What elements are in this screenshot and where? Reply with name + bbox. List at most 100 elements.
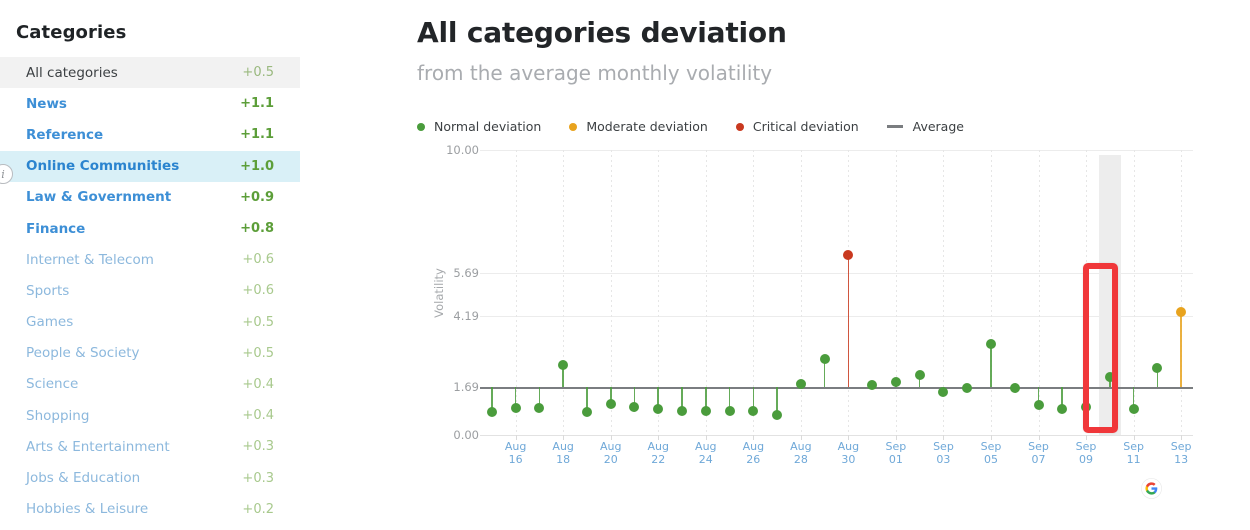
- data-point-stem: [847, 255, 850, 387]
- data-point-aug-26[interactable]: [748, 405, 759, 416]
- x-axis-tick-label: Sep 13: [1170, 440, 1192, 466]
- data-point-aug-29[interactable]: [819, 354, 830, 365]
- x-axis-tick-label: Aug 28: [790, 440, 812, 466]
- page-subtitle: from the average monthly volatility: [417, 61, 773, 85]
- categories-sidebar: Categories All categories +0.5 News +1.1 Ref…: [0, 0, 300, 530]
- data-point-aug-20[interactable]: [605, 398, 616, 409]
- category-label: Sports: [26, 282, 70, 299]
- x-gridline: [990, 150, 992, 435]
- data-point-sep-04[interactable]: [962, 382, 973, 393]
- category-deviation-value: +0.9: [240, 189, 274, 205]
- sidebar-item-news[interactable]: News +1.1: [0, 88, 300, 119]
- legend-item-critical-deviation[interactable]: Critical deviation: [735, 119, 859, 134]
- x-axis-tick-label: Sep 11: [1123, 440, 1144, 466]
- data-point-aug-17[interactable]: [534, 402, 545, 413]
- data-point-aug-30[interactable]: [843, 250, 854, 261]
- data-point-sep-12[interactable]: [1152, 363, 1163, 374]
- data-point-aug-21[interactable]: [629, 401, 640, 412]
- data-point-sep-13[interactable]: [1176, 307, 1187, 318]
- sidebar-item-science[interactable]: Science +0.4: [0, 369, 300, 400]
- category-deviation-value: +0.2: [242, 501, 274, 517]
- sidebar-item-finance[interactable]: Finance +0.8: [0, 213, 300, 244]
- sidebar-item-internet-telecom[interactable]: Internet & Telecom +0.6: [0, 244, 300, 275]
- category-deviation-value: +0.4: [242, 376, 274, 392]
- data-point-aug-27[interactable]: [772, 410, 783, 421]
- legend-line-icon: [886, 125, 903, 128]
- legend-label: Average: [912, 119, 964, 134]
- category-deviation-value: +0.8: [240, 221, 274, 237]
- category-deviation-value: +0.5: [242, 345, 274, 361]
- sidebar-item-all-categories[interactable]: All categories +0.5: [0, 57, 300, 89]
- data-point-aug-18[interactable]: [558, 360, 569, 371]
- x-axis-tick-label: Sep 07: [1028, 440, 1049, 466]
- data-point-stem: [990, 343, 992, 387]
- data-point-aug-23[interactable]: [677, 405, 688, 416]
- x-axis-tick-label: Aug 18: [552, 440, 574, 466]
- category-label: Arts & Entertainment: [26, 438, 170, 455]
- legend-dot-icon: [735, 122, 744, 131]
- x-gridline: [563, 150, 565, 435]
- category-label: Hobbies & Leisure: [26, 501, 149, 518]
- legend-label: Normal deviation: [434, 119, 542, 134]
- category-deviation-value: +0.6: [242, 283, 274, 299]
- data-point-aug-31[interactable]: [867, 380, 878, 391]
- page-title: All categories deviation: [417, 16, 787, 49]
- data-point-sep-07[interactable]: [1033, 400, 1044, 411]
- data-point-sep-08[interactable]: [1057, 404, 1068, 415]
- category-list: All categories +0.5 News +1.1 Reference +1.1 O…: [0, 57, 300, 525]
- x-axis-tick-label: Sep 09: [1075, 440, 1097, 466]
- y-axis-tick-label: 1.69: [453, 379, 479, 394]
- category-deviation-value: +0.4: [242, 408, 274, 424]
- legend-dot-icon: [569, 122, 578, 131]
- legend-item-moderate-deviation[interactable]: Moderate deviation: [569, 119, 708, 134]
- data-point-sep-05[interactable]: [985, 338, 996, 349]
- data-point-sep-01[interactable]: [890, 377, 901, 388]
- category-label: Online Communities: [26, 158, 180, 175]
- sidebar-item-games[interactable]: Games +0.5: [0, 307, 300, 338]
- sidebar-item-reference[interactable]: Reference +1.1: [0, 119, 300, 150]
- x-axis-tick-label: Aug 20: [599, 440, 622, 466]
- x-axis-tick-label: Sep 05: [980, 440, 1002, 466]
- data-point-sep-11[interactable]: [1128, 404, 1139, 415]
- data-point-aug-16[interactable]: [510, 402, 521, 413]
- data-point-aug-25[interactable]: [724, 405, 735, 416]
- data-point-aug-28[interactable]: [795, 378, 806, 389]
- category-label: All categories: [26, 64, 118, 81]
- data-point-aug-19[interactable]: [581, 407, 592, 418]
- sidebar-item-jobs-education[interactable]: Jobs & Education +0.3: [0, 462, 300, 493]
- category-deviation-value: +0.3: [242, 470, 274, 486]
- legend-item-average[interactable]: Average: [886, 119, 964, 134]
- data-point-sep-02[interactable]: [914, 370, 925, 381]
- category-label: Games: [26, 314, 74, 331]
- data-point-sep-06[interactable]: [1009, 382, 1020, 393]
- sidebar-item-arts-entertainment[interactable]: Arts & Entertainment +0.3: [0, 431, 300, 462]
- data-point-stem: [1180, 312, 1182, 387]
- category-label: Shopping: [26, 407, 90, 424]
- y-axis-tick-label: 10.00: [446, 143, 479, 157]
- sidebar-item-online-communities[interactable]: Online Communities +1.0: [0, 150, 300, 182]
- category-deviation-value: +0.6: [242, 252, 274, 268]
- data-point-aug-15[interactable]: [486, 407, 497, 418]
- x-axis-tick-label: Aug 22: [647, 440, 669, 466]
- category-label: News: [26, 95, 67, 112]
- sidebar-item-shopping[interactable]: Shopping +0.4: [0, 400, 300, 431]
- legend-label: Critical deviation: [752, 119, 859, 134]
- x-axis-tick-label: Aug 30: [837, 440, 860, 466]
- sidebar-item-hobbies-leisure[interactable]: Hobbies & Leisure +0.2: [0, 494, 300, 525]
- category-deviation-value: +0.3: [242, 439, 274, 455]
- chart-legend: Normal deviation Moderate deviation Critic…: [417, 119, 992, 134]
- x-axis-tick-label: Sep 03: [933, 440, 954, 466]
- sidebar-title: Categories: [16, 22, 127, 43]
- sidebar-item-people-society[interactable]: People & Society +0.5: [0, 338, 300, 369]
- category-label: Science: [26, 376, 79, 393]
- legend-item-normal-deviation[interactable]: Normal deviation: [417, 119, 541, 134]
- y-axis-tick-label: 0.00: [453, 428, 479, 442]
- legend-label: Moderate deviation: [586, 119, 708, 134]
- data-point-sep-03[interactable]: [938, 387, 949, 398]
- category-label: Internet & Telecom: [26, 251, 154, 268]
- x-axis-tick-label: Aug 26: [742, 440, 765, 466]
- data-point-aug-22[interactable]: [653, 404, 664, 415]
- sidebar-item-sports[interactable]: Sports +0.6: [0, 275, 300, 306]
- data-point-aug-24[interactable]: [700, 405, 711, 416]
- sidebar-item-law-government[interactable]: Law & Government +0.9: [0, 182, 300, 213]
